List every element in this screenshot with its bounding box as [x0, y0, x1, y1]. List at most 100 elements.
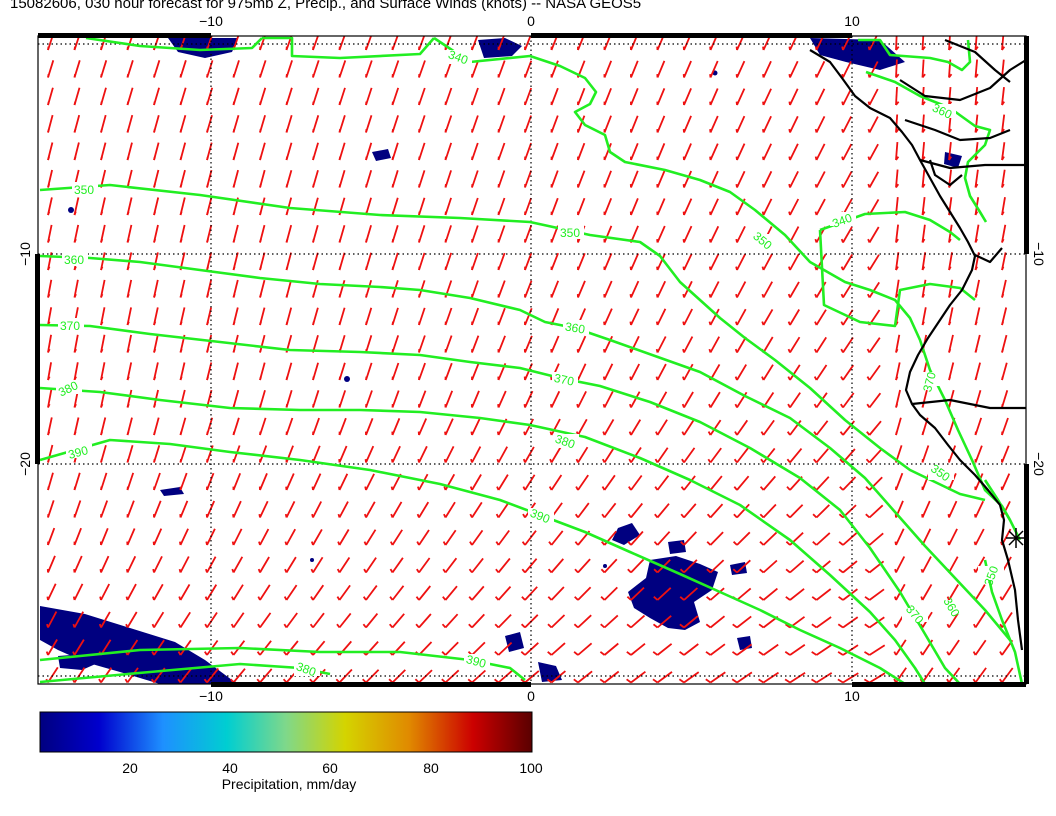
wind-barb-feather [312, 293, 315, 298]
wind-barb-feather [391, 156, 394, 161]
wind-barb-feather [312, 183, 315, 188]
wind-barb-feather [257, 568, 261, 573]
wind-barb-feather [656, 266, 659, 271]
wind-barb-feather [761, 321, 765, 326]
wind-barb-feather [100, 128, 103, 133]
wind-barb-feather [655, 348, 659, 353]
wind-barb-feather [312, 211, 315, 216]
wind-barb-icon [921, 36, 925, 51]
wind-barb-feather [259, 403, 262, 408]
wind-barb-feather [576, 403, 579, 408]
wind-barb-feather [206, 376, 209, 381]
precip-blob [668, 540, 686, 554]
wind-barb-feather [73, 128, 77, 133]
wind-barb-feather [312, 101, 315, 106]
wind-barb-feather [761, 183, 765, 188]
contour-label: 350 [74, 183, 94, 197]
wind-barb-feather [179, 128, 183, 133]
wind-barb-feather [734, 348, 738, 353]
colorbar: 20 40 60 80 100 Precipitation, mm/day [39, 711, 543, 792]
wind-barb-feather [153, 321, 157, 326]
wind-barb-feather [126, 458, 130, 463]
wind-barb-feather [814, 128, 818, 133]
wind-barb-feather [948, 376, 951, 381]
wind-barb-feather [735, 321, 738, 326]
wind-barb-feather [338, 376, 341, 381]
wind-barb-feather [443, 458, 447, 463]
wind-barb-feather [469, 486, 473, 491]
wind-barb-feather [947, 541, 950, 546]
wind-barb-feather [895, 431, 898, 436]
wind-barb-feather [206, 183, 209, 188]
y-tick-right: −10 [1031, 242, 1047, 266]
wind-barb-feather [232, 321, 236, 326]
wind-barb-feather [708, 293, 712, 298]
wind-barb-feather [205, 541, 208, 546]
wind-barb-feather [126, 266, 130, 271]
wind-barb-feather [788, 46, 791, 51]
wind-barb-feather [179, 293, 183, 298]
wind-barb-feather [100, 73, 103, 78]
wind-barb-feather [179, 403, 183, 408]
wind-barb-feather [948, 348, 952, 353]
wind-barb-feather [974, 348, 978, 353]
wind-barb-feather [338, 321, 342, 326]
wind-barb-feather [496, 431, 500, 436]
wind-barb-feather [629, 321, 632, 326]
wind-barb-feather [867, 128, 871, 133]
wind-barb-feather [682, 376, 685, 381]
wind-barb-feather [153, 431, 156, 436]
wind-barb-feather [231, 541, 235, 546]
wind-barb-feather [232, 266, 236, 271]
wind-barb-feather [788, 101, 791, 106]
wind-barb-feather [285, 266, 289, 271]
wind-barb-icon [921, 59, 925, 78]
wind-barb-feather [259, 73, 262, 78]
wind-barb-feather [126, 568, 129, 573]
wind-barb-feather [735, 238, 738, 243]
wind-barb-feather [443, 486, 447, 491]
wind-barb-feather [391, 458, 394, 463]
wind-barb-feather [840, 238, 844, 243]
wind-barb-feather [179, 73, 182, 78]
wind-barb-feather [761, 293, 765, 298]
wind-barb-feather [867, 101, 871, 106]
wind-barb-feather [761, 266, 765, 271]
wind-barb-feather [337, 513, 341, 518]
x-tick-bottom: −10 [199, 688, 223, 704]
wind-barb-feather [46, 596, 49, 601]
wind-barb-feather [285, 211, 289, 216]
wind-barb-feather [232, 128, 236, 133]
contour-label: 370 [60, 319, 80, 333]
precip-dot [68, 207, 74, 213]
wind-barb-feather [259, 238, 262, 243]
wind-barb-feather [259, 376, 262, 381]
wind-barb-feather [735, 211, 738, 216]
wind-barb-feather [365, 156, 368, 161]
wind-barb-feather [391, 293, 394, 298]
wind-barb-feather [179, 183, 183, 188]
x-tick-bottom: 10 [844, 688, 860, 704]
wind-barb-feather [73, 101, 77, 106]
wind-barb-feather [814, 238, 818, 243]
wind-barb-feather [629, 293, 632, 298]
wind-barb-feather [365, 183, 368, 188]
wind-barb-feather [602, 403, 606, 408]
wind-barb-feather [893, 596, 897, 601]
wind-barb-feather [259, 321, 262, 326]
wind-barb-feather [259, 266, 262, 271]
wind-barb-feather [73, 486, 76, 491]
colorbar-tick: 40 [222, 760, 238, 776]
wind-barb-feather [310, 541, 314, 546]
wind-barb-feather [1001, 348, 1004, 353]
wind-barb-feather [47, 73, 50, 78]
wind-barb-feather [391, 321, 394, 326]
wind-barb-feather [867, 46, 871, 51]
wind-barb-feather [629, 348, 632, 353]
wind-barb-feather [206, 128, 209, 133]
wind-barb-feather [523, 403, 526, 408]
wind-barb-feather [418, 156, 421, 161]
colorbar-tick: 60 [322, 760, 338, 776]
wind-barb-feather [232, 376, 236, 381]
wind-barb-feather [656, 293, 659, 298]
